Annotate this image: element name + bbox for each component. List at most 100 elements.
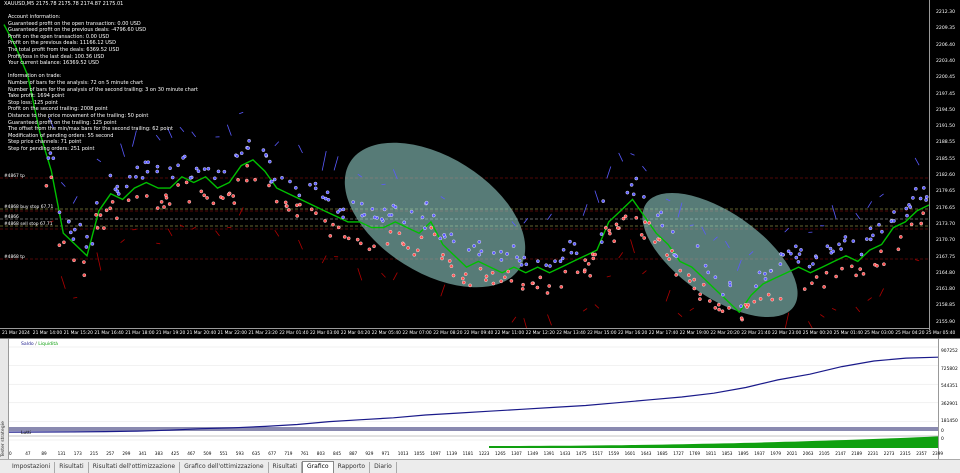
buy-order-mark xyxy=(82,261,85,264)
deals-x-tick: 1433 xyxy=(560,451,571,456)
buy-order-mark xyxy=(491,271,494,274)
buy-order-mark xyxy=(615,223,618,226)
deals-x-tick: 1055 xyxy=(414,451,425,456)
buy-order-mark xyxy=(727,306,730,309)
sell-order-mark xyxy=(203,168,206,171)
buy-order-mark xyxy=(62,241,65,244)
time-tick-label: 22 Mar 01:40 xyxy=(279,331,308,336)
time-tick-label: 21 Mar 2024 xyxy=(2,331,30,336)
buy-order-mark xyxy=(433,233,436,236)
sell-order-mark xyxy=(197,170,200,173)
sell-order-mark xyxy=(844,235,847,238)
sell-order-mark xyxy=(911,196,914,199)
buy-order-mark xyxy=(233,202,236,205)
sell-order-mark xyxy=(892,210,895,213)
buy-order-mark xyxy=(584,259,587,262)
sell-order-mark xyxy=(781,253,784,256)
deals-x-tick: 1727 xyxy=(673,451,684,456)
buy-order-mark xyxy=(160,200,163,203)
price-axis[interactable]: 2212.302209.352206.402203.402200.452197.… xyxy=(929,0,960,330)
deals-x-tick: 1685 xyxy=(657,451,668,456)
buy-order-mark xyxy=(50,176,53,179)
buy-order-mark xyxy=(127,199,130,202)
sell-order-mark xyxy=(562,248,565,251)
tester-side-strip[interactable]: Tester strategie xyxy=(0,339,9,459)
chart-title: XAUUSD,M5 2175.78 2175.78 2174.87 2175.0… xyxy=(4,1,123,7)
sell-order-mark xyxy=(268,160,271,163)
sell-order-mark xyxy=(826,245,829,248)
deals-x-tick: 1769 xyxy=(689,451,700,456)
buy-order-mark xyxy=(177,183,180,186)
buy-order-mark xyxy=(622,217,625,220)
info-line xyxy=(8,67,198,74)
buy-order-mark xyxy=(693,287,696,290)
tester-tab[interactable]: Risultati xyxy=(269,462,302,473)
sell-order-mark xyxy=(116,190,119,193)
info-line: Guaranteed profit on the trailing: 125 p… xyxy=(8,120,198,127)
sell-order-mark xyxy=(919,197,922,200)
time-tick-label: 22 Mar 23:00 xyxy=(772,331,801,336)
buy-order-mark xyxy=(162,205,165,208)
time-tick-label: 21 Mar 15:20 xyxy=(64,331,93,336)
tester-tab[interactable]: Impostazioni xyxy=(8,462,55,473)
strategy-tester-panel: Tester strategie Saldo / Liquidità Lotti… xyxy=(0,338,960,473)
buy-order-mark xyxy=(643,236,646,239)
buy-order-mark xyxy=(296,214,299,217)
sell-order-mark xyxy=(109,174,112,177)
time-tick-label: 25 Mar 05:40 xyxy=(926,331,955,336)
info-line: Stop loss: 125 point xyxy=(8,100,198,107)
sell-order-mark xyxy=(52,157,55,160)
buy-stop-tick xyxy=(808,321,812,328)
sell-order-mark xyxy=(273,178,276,181)
time-tick-label: 22 Mar 20:20 xyxy=(710,331,739,336)
buy-order-mark xyxy=(564,270,567,273)
deals-x-tick: 803 xyxy=(317,451,325,456)
buy-order-mark xyxy=(825,271,828,274)
buy-order-mark xyxy=(285,205,288,208)
tester-tab[interactable]: Rapporto xyxy=(334,462,371,473)
tester-tab[interactable]: Diario xyxy=(370,462,397,473)
tester-tab[interactable]: Grafico xyxy=(302,461,334,473)
buy-order-mark xyxy=(295,204,298,207)
time-tick-label: 22 Mar 19:00 xyxy=(680,331,709,336)
buy-order-mark xyxy=(416,249,419,252)
sell-order-mark xyxy=(573,242,576,245)
buy-stop-tick xyxy=(548,315,552,326)
price-tick-label: 2161.80 xyxy=(936,287,955,292)
tester-tab[interactable]: Grafico dell'ottimizzazione xyxy=(180,462,268,473)
deals-x-tick: 1517 xyxy=(592,451,603,456)
sell-order-mark xyxy=(298,194,301,197)
buy-order-mark xyxy=(343,235,346,238)
sell-order-mark xyxy=(85,245,88,248)
buy-stop-tick xyxy=(619,252,623,258)
deals-x-tick: 89 xyxy=(41,451,46,456)
buy-stop-tick xyxy=(239,207,243,215)
tester-tab[interactable]: Risultati xyxy=(55,462,88,473)
sell-order-mark xyxy=(380,218,383,221)
price-tick-label: 2212.30 xyxy=(936,10,955,15)
sell-order-mark xyxy=(383,208,386,211)
deals-x-tick: 1097 xyxy=(430,451,441,456)
buy-order-mark xyxy=(608,232,611,235)
sell-order-mark xyxy=(247,147,250,150)
time-tick-label: 22 Mar 21:40 xyxy=(741,331,770,336)
sell-order-mark xyxy=(262,149,265,152)
buy-order-mark xyxy=(879,250,882,253)
tester-tab[interactable]: Risultati dell'ottimizzazione xyxy=(89,462,180,473)
buy-stop-tick xyxy=(631,240,635,254)
sell-order-mark xyxy=(499,250,502,253)
sell-stop-tick xyxy=(73,196,77,203)
sell-order-mark xyxy=(452,240,455,243)
price-tick-label: 2167.75 xyxy=(936,255,955,260)
buy-stop-tick xyxy=(168,229,172,236)
sell-order-mark xyxy=(403,221,406,224)
sell-order-mark xyxy=(467,248,470,251)
buy-stop-tick xyxy=(820,315,824,318)
sell-order-mark xyxy=(675,255,678,258)
sell-order-mark xyxy=(264,153,267,156)
deals-x-tick: 1853 xyxy=(722,451,733,456)
buy-order-mark xyxy=(771,298,774,301)
price-chart[interactable]: XAUUSD,M5 2175.78 2175.78 2174.87 2175.0… xyxy=(0,0,960,338)
buy-order-mark xyxy=(185,181,188,184)
buy-order-mark xyxy=(329,234,332,237)
